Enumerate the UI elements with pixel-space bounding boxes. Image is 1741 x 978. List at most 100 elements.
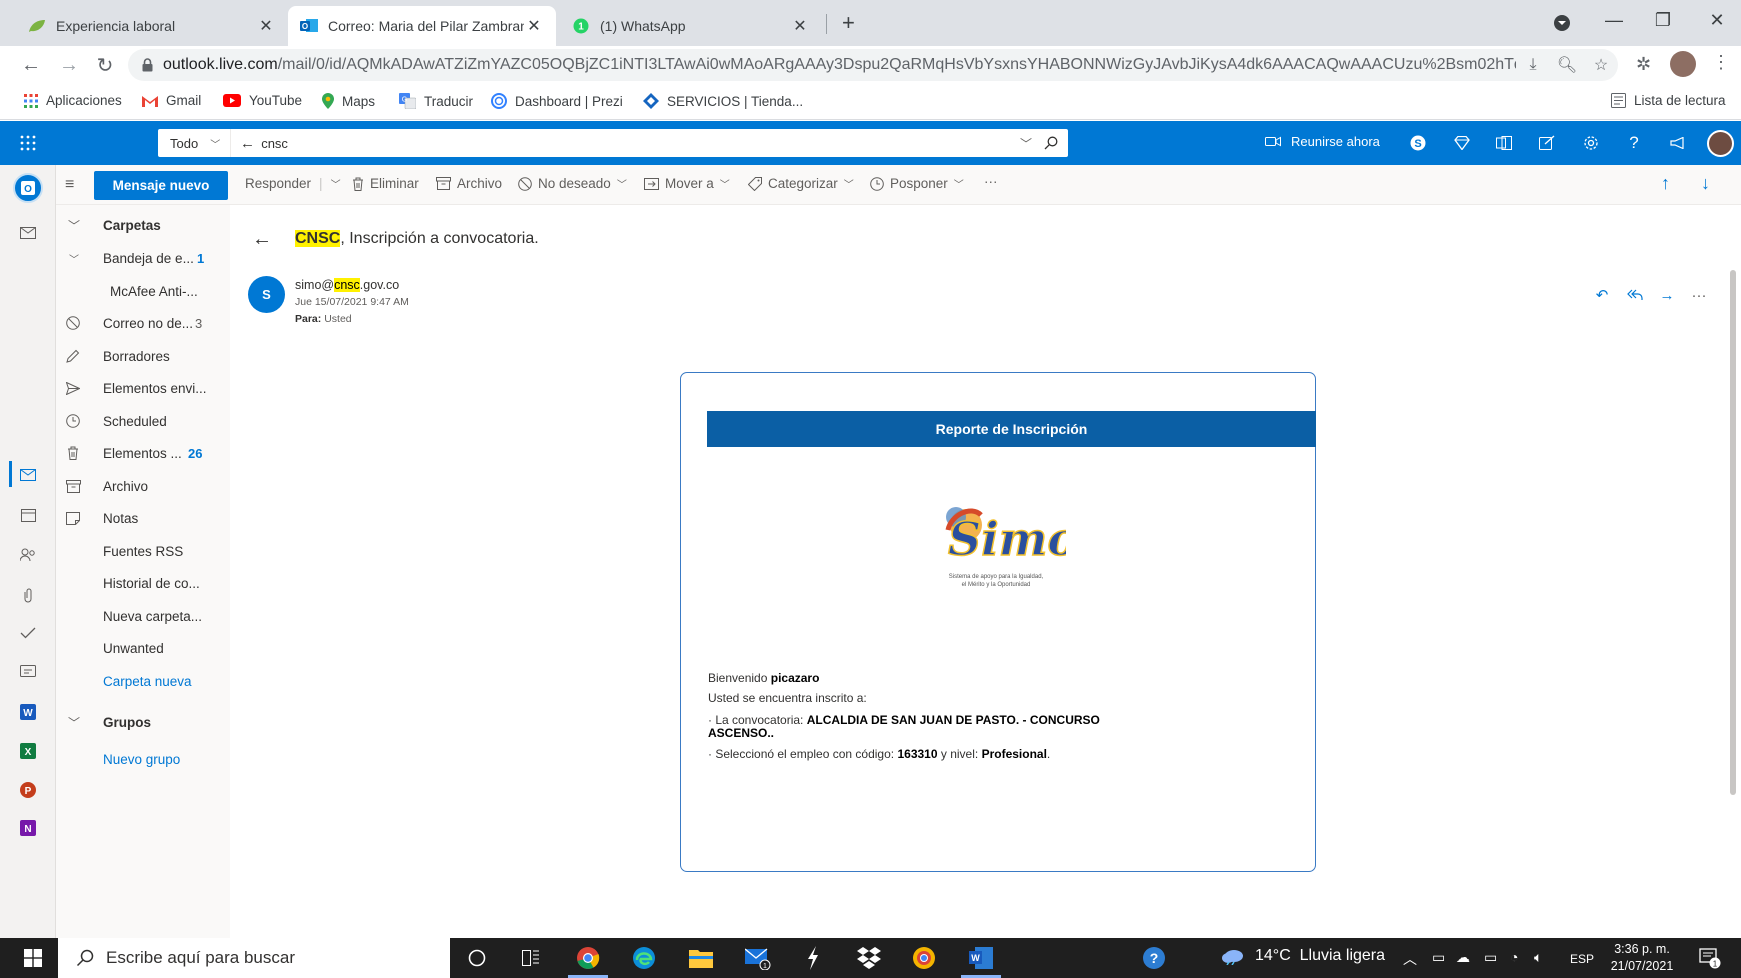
forward-icon[interactable]: →	[56, 52, 82, 78]
onenote-icon[interactable]: N	[18, 818, 38, 838]
move-to-button[interactable]: Mover a ﹀	[644, 176, 730, 191]
calendar-icon[interactable]	[18, 505, 38, 525]
delete-button[interactable]: Eliminar	[352, 176, 419, 191]
edge-icon[interactable]	[631, 946, 657, 970]
new-message-button[interactable]: Mensaje nuevo	[94, 171, 228, 200]
premium-diamond-icon[interactable]	[1452, 133, 1472, 153]
mail-icon[interactable]	[18, 465, 38, 485]
reply-icon[interactable]: ↶	[1592, 285, 1612, 305]
avatar[interactable]	[1707, 130, 1734, 157]
mail-app-icon[interactable]: 1	[745, 946, 771, 970]
meet-now-button[interactable]: Reunirse ahora	[1265, 134, 1380, 149]
chrome-menu-icon[interactable]: ⋮	[1712, 52, 1730, 73]
word-icon[interactable]: W	[18, 702, 38, 722]
feedback-megaphone-icon[interactable]	[1668, 133, 1688, 153]
avatar[interactable]	[1670, 51, 1696, 77]
task-view-icon[interactable]	[518, 946, 544, 970]
back-icon[interactable]: ←	[18, 52, 44, 78]
office-apps-icon[interactable]	[1494, 133, 1514, 153]
reply-button[interactable]: Responder | ﹀	[245, 176, 341, 191]
more-actions-button[interactable]: ···	[984, 174, 998, 189]
back-arrow-icon[interactable]: ←	[240, 135, 255, 152]
restore-icon[interactable]: ❐	[1640, 10, 1686, 31]
tray-device-icon[interactable]: ▭	[1432, 949, 1445, 966]
close-window-icon[interactable]: ✕	[1694, 10, 1740, 31]
file-explorer-icon[interactable]	[688, 946, 714, 970]
settings-gear-icon[interactable]	[1581, 133, 1601, 153]
skype-icon[interactable]: S	[1408, 133, 1428, 153]
weather-widget[interactable]: 14°C Lluvia ligera	[1221, 947, 1385, 965]
wifi-icon[interactable]: ◔	[1510, 949, 1518, 965]
extensions-icon[interactable]: ✲	[1636, 54, 1651, 75]
back-arrow-icon[interactable]: ←	[252, 228, 272, 251]
folder-inbox[interactable]: ﹀ Bandeja de e... 1	[56, 242, 230, 274]
battery-icon[interactable]: ▭	[1484, 949, 1497, 966]
new-group-link[interactable]: Nuevo grupo	[56, 743, 230, 775]
groups-header[interactable]: ﹀ Grupos	[56, 706, 230, 738]
address-bar[interactable]: outlook.live.com/mail/0/id/AQMkADAwATZiZ…	[128, 49, 1618, 81]
bookmark-youtube[interactable]: YouTube	[223, 93, 302, 108]
categorize-button[interactable]: Categorizar ﹀	[748, 176, 854, 191]
create-folder-link[interactable]: Carpeta nueva	[56, 665, 230, 697]
bookmark-maps[interactable]: Maps	[322, 93, 375, 109]
help-icon[interactable]: ?	[1624, 133, 1644, 153]
sender-avatar[interactable]: S	[248, 276, 285, 313]
install-app-icon[interactable]: ⤓	[1516, 56, 1550, 74]
folder-mcafee[interactable]: McAfee Anti-...	[56, 275, 230, 307]
language-indicator[interactable]: ESP	[1570, 952, 1594, 966]
windows-start-icon[interactable]	[20, 946, 46, 970]
reading-pane-scrollbar[interactable]	[1730, 270, 1736, 795]
chrome-profile-icon[interactable]	[911, 946, 937, 970]
excel-icon[interactable]: X	[18, 741, 38, 761]
forward-icon[interactable]: →	[1657, 285, 1677, 305]
tab-experiencia-laboral[interactable]: Experiencia laboral ✕	[16, 6, 288, 46]
zoom-icon[interactable]: 🔍︎	[1550, 55, 1584, 75]
close-tab-icon[interactable]: ✕	[524, 16, 544, 36]
attachment-icon[interactable]	[18, 585, 38, 605]
tab-whatsapp[interactable]: 1 (1) WhatsApp ✕	[560, 6, 822, 46]
clock[interactable]: 3:36 p. m. 21/07/2021	[1604, 941, 1680, 975]
bookmark-gmail[interactable]: Gmail	[142, 93, 201, 108]
hamburger-menu-icon[interactable]: ≡	[65, 176, 74, 194]
folder-history[interactable]: Historial de co...	[56, 567, 230, 599]
archive-button[interactable]: Archivo	[436, 176, 502, 191]
winamp-bolt-icon[interactable]	[800, 946, 826, 970]
search-icon[interactable]	[1044, 136, 1068, 150]
reading-list-button[interactable]: Lista de lectura	[1611, 93, 1726, 108]
folders-header[interactable]: ﹀ Carpetas	[56, 209, 230, 241]
bookmark-star-icon[interactable]: ☆	[1584, 55, 1618, 75]
dropbox-icon[interactable]	[856, 946, 882, 970]
folder-junk[interactable]: Correo no de... 3	[56, 307, 230, 339]
more-icon[interactable]: ···	[1689, 285, 1709, 305]
taskbar-search-box[interactable]: Escribe aquí para buscar	[58, 938, 450, 978]
tab-outlook[interactable]: O Correo: Maria del Pilar Zambrano ✕	[288, 6, 556, 46]
search-scope-dropdown[interactable]: Todo ﹀	[158, 129, 232, 157]
close-tab-icon[interactable]: ✕	[256, 16, 276, 36]
chevron-down-icon[interactable]: ﹀	[331, 176, 341, 191]
mail-rail-icon[interactable]	[18, 223, 38, 243]
notifications-icon[interactable]: 1	[1697, 946, 1723, 970]
chevron-down-icon[interactable]: ﹀	[1020, 135, 1044, 152]
bookmark-traducir[interactable]: G Traducir	[399, 93, 473, 109]
profile-dropdown-icon[interactable]	[1553, 14, 1571, 32]
folder-rss[interactable]: Fuentes RSS	[56, 535, 230, 567]
my-day-icon[interactable]	[1537, 133, 1557, 153]
minimize-icon[interactable]: —	[1591, 10, 1637, 31]
folder-sent[interactable]: Elementos envi...	[56, 372, 230, 404]
bookmark-prezi[interactable]: Dashboard | Prezi	[491, 93, 623, 109]
todo-check-icon[interactable]	[18, 623, 38, 643]
close-tab-icon[interactable]: ✕	[790, 16, 810, 36]
folder-new-folder[interactable]: Nueva carpeta...	[56, 600, 230, 632]
sender-address[interactable]: simo@cnsc.gov.co	[295, 278, 399, 292]
folder-deleted[interactable]: Elementos ... 26	[56, 437, 230, 469]
folder-scheduled[interactable]: Scheduled	[56, 405, 230, 437]
folder-archive[interactable]: Archivo	[56, 470, 230, 502]
chrome-icon[interactable]	[575, 946, 601, 970]
app-launcher-icon[interactable]	[18, 133, 38, 153]
folder-drafts[interactable]: Borradores	[56, 340, 230, 372]
tray-chevron-icon[interactable]: ︿	[1403, 949, 1417, 969]
outlook-logo-icon[interactable]: O	[13, 173, 43, 203]
junk-button[interactable]: No deseado ﹀	[518, 176, 627, 191]
snooze-button[interactable]: Posponer ﹀	[870, 176, 964, 191]
folder-notes[interactable]: Notas	[56, 502, 230, 534]
